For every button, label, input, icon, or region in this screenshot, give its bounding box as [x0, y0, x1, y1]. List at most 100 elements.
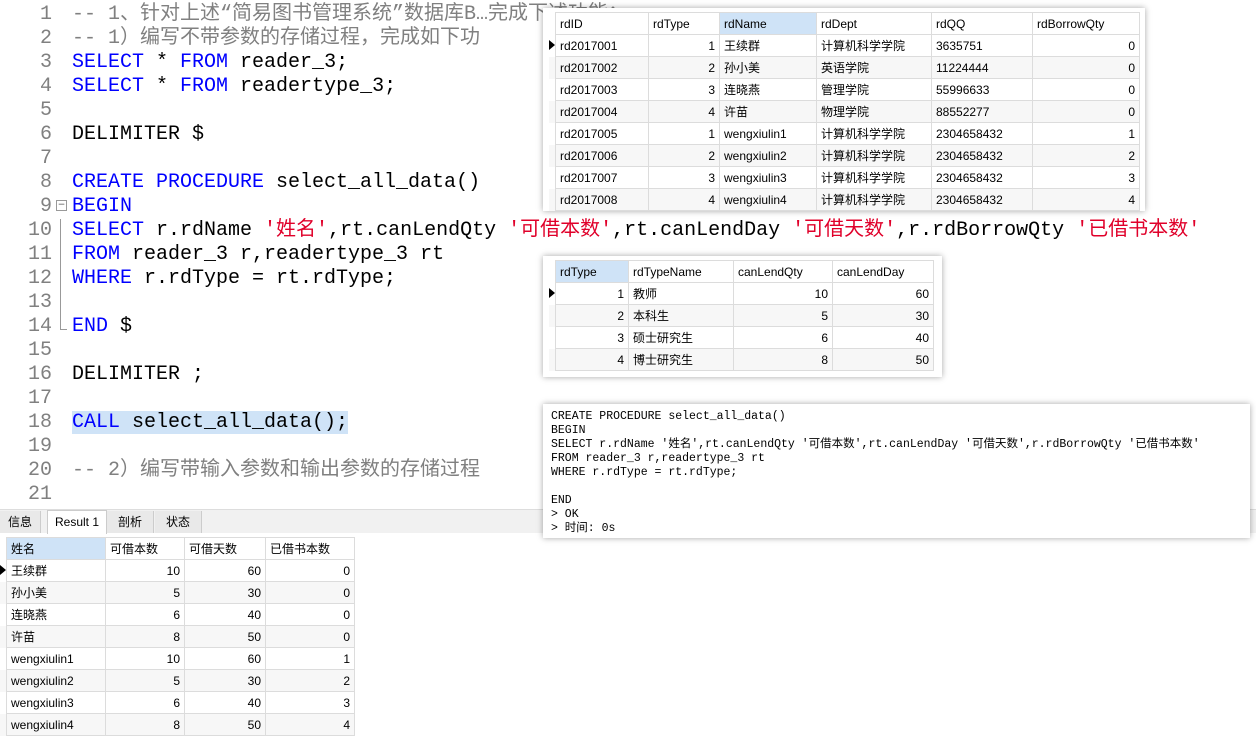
table-cell[interactable]: 8 — [733, 348, 833, 371]
table-row[interactable]: 2 本科生 5 30 — [549, 304, 934, 327]
table-cell[interactable]: 2304658432 — [931, 188, 1033, 211]
column-header[interactable]: rdBorrowQty — [1032, 12, 1140, 35]
tab-status[interactable]: 状态 — [155, 511, 202, 533]
table-cell[interactable]: 孙小美 — [6, 581, 106, 604]
table-cell[interactable]: 4 — [648, 188, 720, 211]
table-row[interactable]: rd2017003 3 连晓燕 管理学院 55996633 0 — [549, 78, 1140, 101]
table-cell[interactable]: 30 — [184, 581, 266, 604]
table-cell[interactable]: 6 — [733, 326, 833, 349]
table-cell[interactable]: 0 — [265, 625, 355, 648]
table-cell[interactable]: 3 — [648, 78, 720, 101]
table-cell[interactable]: 英语学院 — [816, 56, 932, 79]
table-cell[interactable]: 40 — [184, 691, 266, 714]
table-row[interactable]: rd2017004 4 许苗 物理学院 88552277 0 — [549, 100, 1140, 123]
table-cell[interactable]: 40 — [184, 603, 266, 626]
result-grid[interactable]: 姓名 可借本数 可借天数 已借书本数 王续群 10 60 0 孙小美 5 30 0 连晓燕 6 40 0 许苗 8… — [0, 537, 355, 736]
table-cell[interactable]: 2 — [1032, 144, 1140, 167]
table-cell[interactable]: 30 — [184, 669, 266, 692]
table-row[interactable]: rd2017005 1 wengxiulin1 计算机科学学院 2304658432 1 — [549, 122, 1140, 145]
table-cell[interactable]: 物理学院 — [816, 100, 932, 123]
table-cell[interactable]: 0 — [265, 603, 355, 626]
table-cell[interactable]: 2 — [648, 56, 720, 79]
table-cell[interactable]: 0 — [265, 581, 355, 604]
table-cell[interactable]: 计算机科学学院 — [816, 34, 932, 57]
table-cell[interactable]: 50 — [184, 625, 266, 648]
fold-toggle-icon[interactable]: − — [56, 200, 67, 211]
table-cell[interactable]: 88552277 — [931, 100, 1033, 123]
table-cell[interactable]: 50 — [832, 348, 934, 371]
table-cell[interactable]: 10 — [105, 559, 185, 582]
table-cell[interactable]: wengxiulin3 — [6, 691, 106, 714]
table-cell[interactable]: rd2017003 — [555, 78, 649, 101]
table-cell[interactable]: 许苗 — [719, 100, 817, 123]
table-cell[interactable]: rd2017006 — [555, 144, 649, 167]
tab-result-1[interactable]: Result 1 — [47, 510, 107, 534]
table-row[interactable]: wengxiulin3 6 40 3 — [0, 691, 355, 714]
table-cell[interactable]: 5 — [733, 304, 833, 327]
table-cell[interactable]: 0 — [1032, 78, 1140, 101]
table-cell[interactable]: wengxiulin1 — [719, 122, 817, 145]
table-cell[interactable]: 1 — [265, 647, 355, 670]
code-line[interactable]: 10 SELECT r.rdName '姓名',rt.canLendQty '可借… — [0, 219, 1256, 243]
table-row[interactable]: rd2017008 4 wengxiulin4 计算机科学学院 2304658432 4 — [549, 188, 1140, 211]
table-cell[interactable]: rd2017005 — [555, 122, 649, 145]
table-cell[interactable]: 计算机科学学院 — [816, 122, 932, 145]
column-header[interactable]: canLendQty — [733, 260, 833, 283]
table-cell[interactable]: 55996633 — [931, 78, 1033, 101]
column-header[interactable]: rdTypeName — [628, 260, 734, 283]
column-header[interactable]: 姓名 — [6, 537, 106, 560]
table-cell[interactable]: 2 — [648, 144, 720, 167]
table-cell[interactable]: 3 — [1032, 166, 1140, 189]
table-cell[interactable]: 6 — [105, 691, 185, 714]
table-cell[interactable]: 硕士研究生 — [628, 326, 734, 349]
table-cell[interactable]: 10 — [733, 282, 833, 305]
table-cell[interactable]: 连晓燕 — [6, 603, 106, 626]
table-cell[interactable]: 本科生 — [628, 304, 734, 327]
table-cell[interactable]: wengxiulin4 — [719, 188, 817, 211]
table-cell[interactable]: 3 — [648, 166, 720, 189]
table-cell[interactable]: 40 — [832, 326, 934, 349]
table-cell[interactable]: wengxiulin2 — [719, 144, 817, 167]
column-header[interactable]: canLendDay — [832, 260, 934, 283]
table-cell[interactable]: 60 — [184, 647, 266, 670]
table-cell[interactable]: rd2017007 — [555, 166, 649, 189]
table-cell[interactable]: 2304658432 — [931, 122, 1033, 145]
table-row[interactable]: wengxiulin4 8 50 4 — [0, 713, 355, 736]
column-header[interactable]: rdType — [648, 12, 720, 35]
column-header[interactable]: 可借本数 — [105, 537, 185, 560]
table-cell[interactable]: 3 — [555, 326, 629, 349]
table-row[interactable]: 孙小美 5 30 0 — [0, 581, 355, 604]
table-cell[interactable]: 计算机科学学院 — [816, 166, 932, 189]
table-cell[interactable]: 4 — [555, 348, 629, 371]
table-cell[interactable]: 6 — [105, 603, 185, 626]
table-cell[interactable]: 2 — [265, 669, 355, 692]
table-row[interactable]: 3 硕士研究生 6 40 — [549, 326, 934, 349]
table-row[interactable]: wengxiulin1 10 60 1 — [0, 647, 355, 670]
table-row[interactable]: 4 博士研究生 8 50 — [549, 348, 934, 371]
table-cell[interactable]: 王续群 — [6, 559, 106, 582]
table-cell[interactable]: 4 — [648, 100, 720, 123]
column-header[interactable]: rdQQ — [931, 12, 1033, 35]
table-cell[interactable]: 许苗 — [6, 625, 106, 648]
column-header[interactable]: rdDept — [816, 12, 932, 35]
table-cell[interactable]: rd2017004 — [555, 100, 649, 123]
table-cell[interactable]: 50 — [184, 713, 266, 736]
table-cell[interactable]: 0 — [1032, 100, 1140, 123]
column-header[interactable]: rdID — [555, 12, 649, 35]
table-cell[interactable]: wengxiulin2 — [6, 669, 106, 692]
table-row[interactable]: rd2017001 1 王续群 计算机科学学院 3635751 0 — [549, 34, 1140, 57]
table-cell[interactable]: 10 — [105, 647, 185, 670]
table-cell[interactable]: 教师 — [628, 282, 734, 305]
table-cell[interactable]: 3 — [265, 691, 355, 714]
table-cell[interactable]: rd2017008 — [555, 188, 649, 211]
table-cell[interactable]: 1 — [555, 282, 629, 305]
table-cell[interactable]: 11224444 — [931, 56, 1033, 79]
table-cell[interactable]: 孙小美 — [719, 56, 817, 79]
table-cell[interactable]: 0 — [1032, 34, 1140, 57]
table-cell[interactable]: 0 — [1032, 56, 1140, 79]
table-cell[interactable]: 计算机科学学院 — [816, 144, 932, 167]
table-cell[interactable]: 60 — [184, 559, 266, 582]
table-cell[interactable]: 4 — [1032, 188, 1140, 211]
table-cell[interactable]: 2 — [555, 304, 629, 327]
table-cell[interactable]: 王续群 — [719, 34, 817, 57]
